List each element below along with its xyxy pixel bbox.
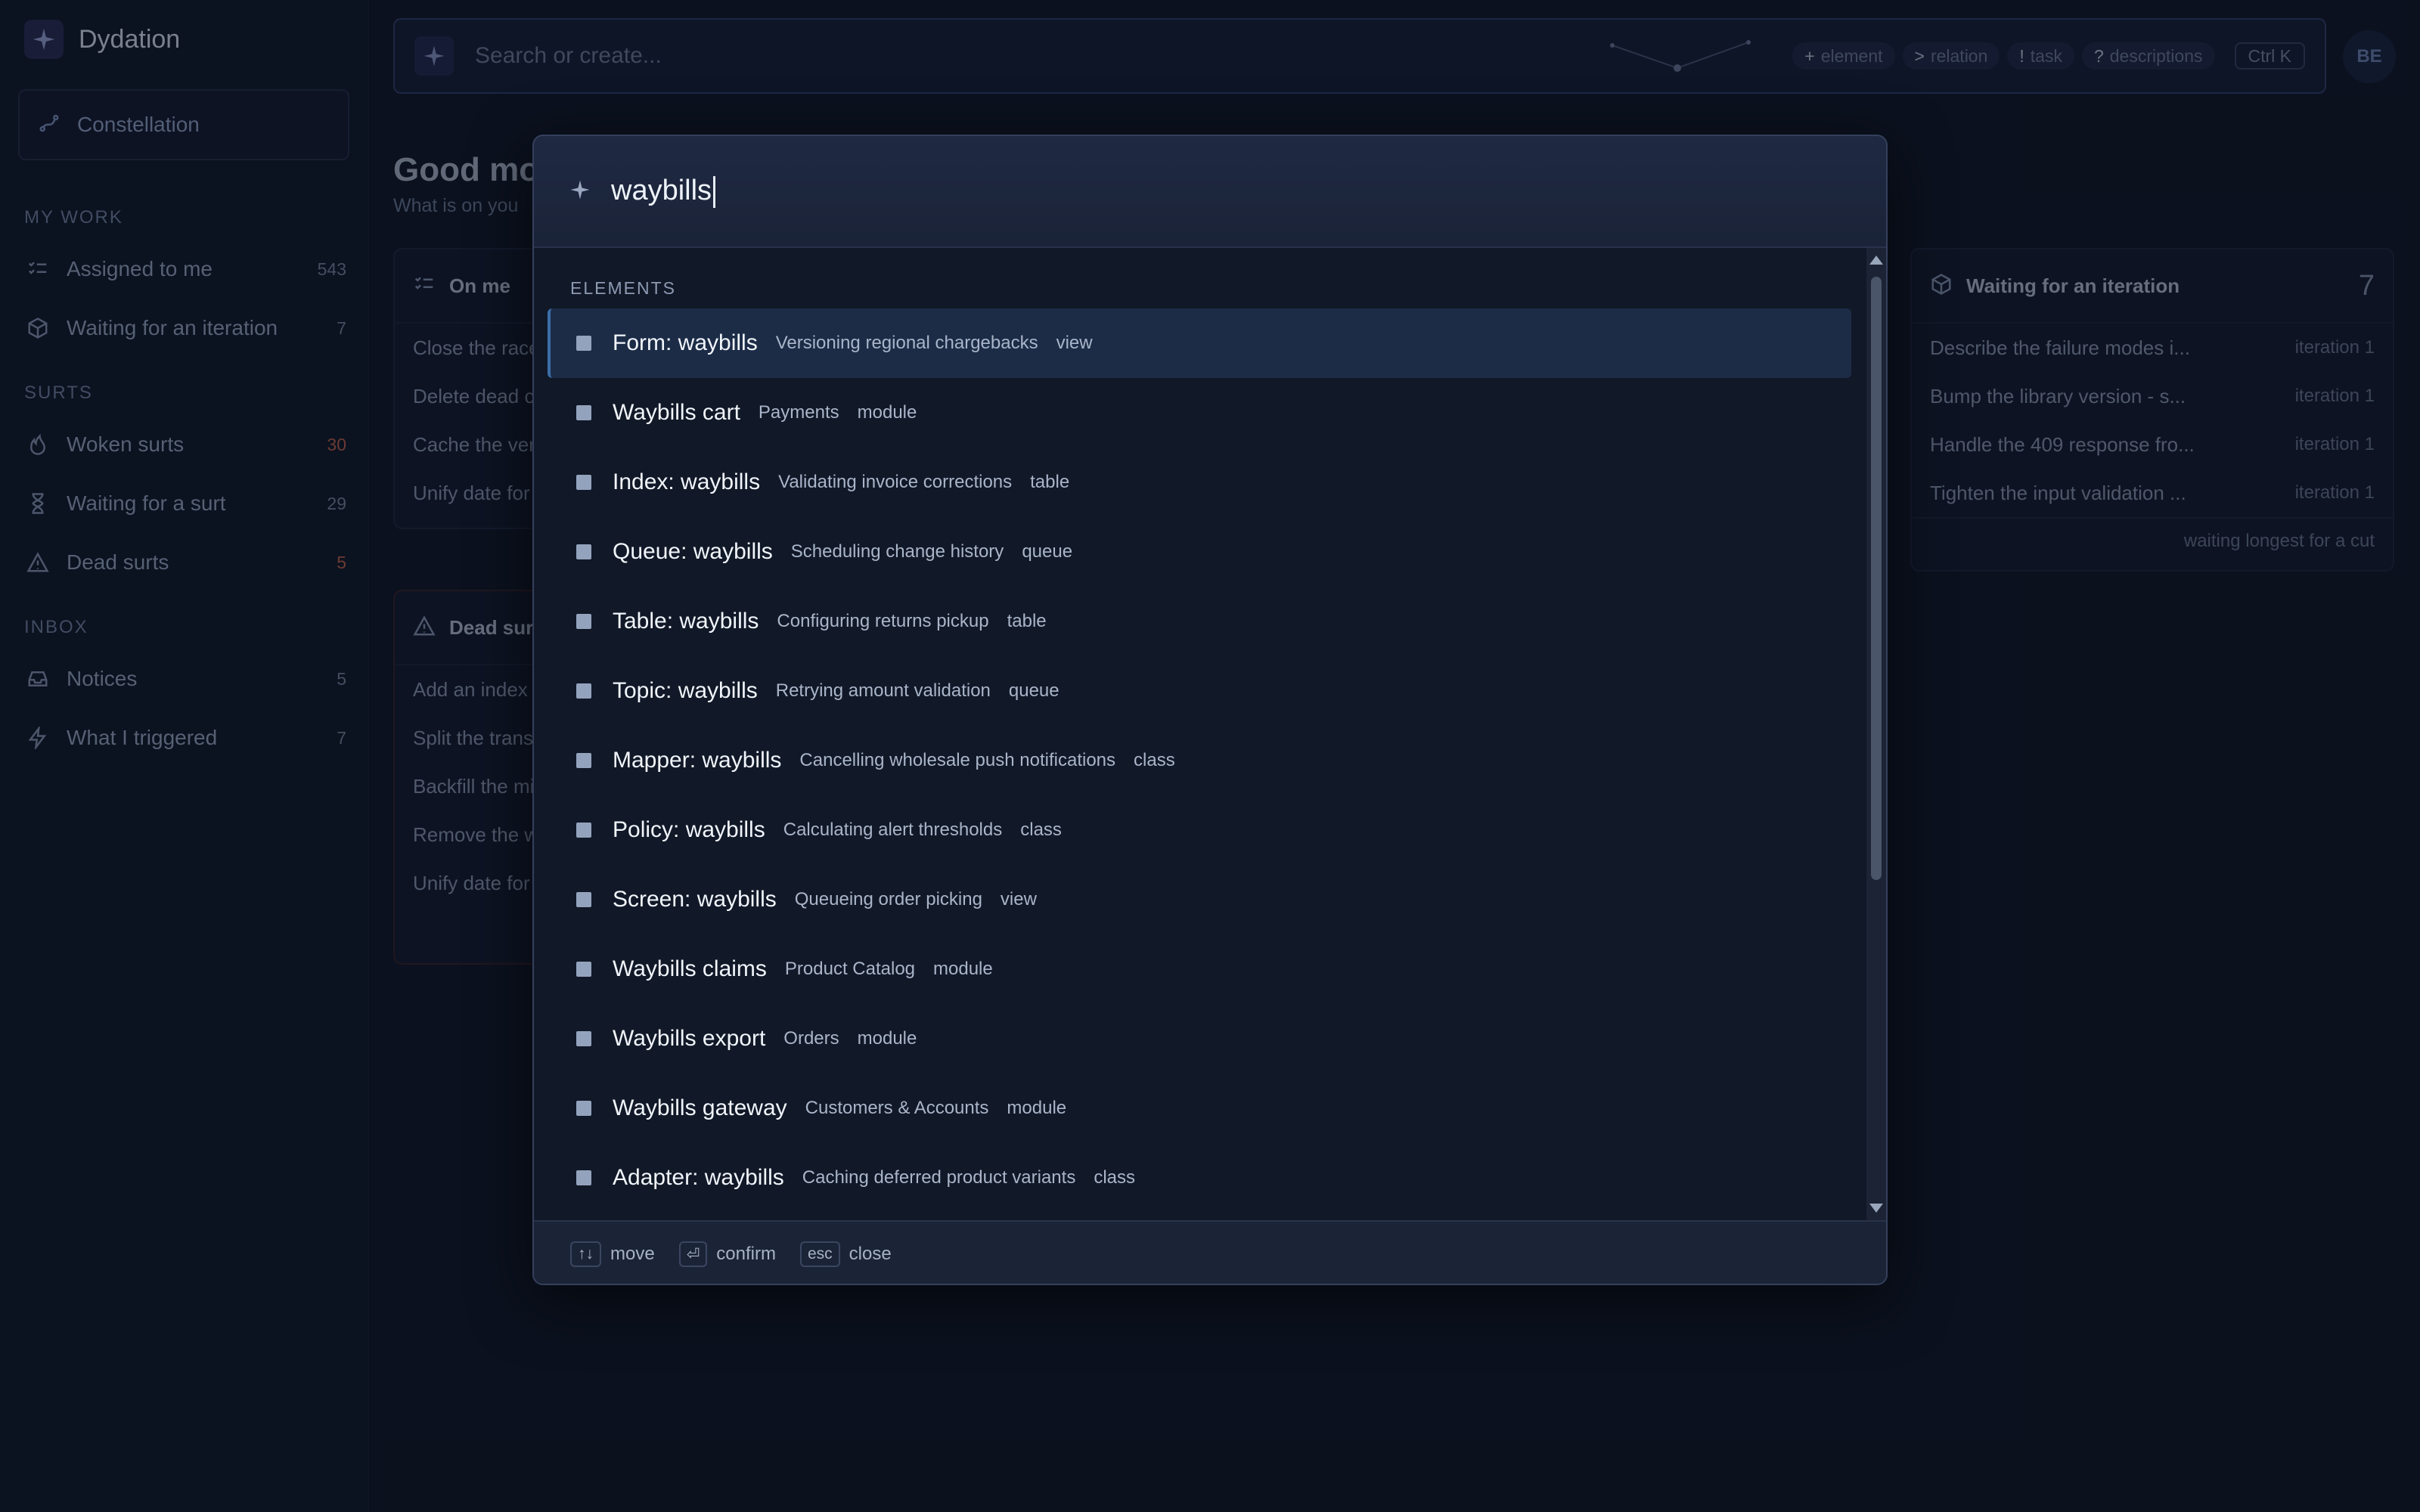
hint-label: move (610, 1244, 655, 1264)
key-enter: ⏎ (678, 1241, 708, 1267)
result-kind: module (857, 402, 917, 423)
result-name: Queue: waybills (613, 539, 773, 564)
result-description: Customers & Accounts (805, 1098, 989, 1118)
result-name: Adapter: waybills (613, 1165, 784, 1190)
hint-confirm: ⏎ confirm (678, 1241, 776, 1267)
result-kind: view (1000, 889, 1037, 909)
result-item[interactable]: Screen: waybills Queueing order picking vi… (548, 865, 1851, 934)
result-kind: module (857, 1028, 917, 1049)
result-description: Retrying amount validation (775, 680, 991, 701)
result-kind: class (1134, 750, 1175, 770)
element-type-icon (576, 683, 591, 699)
query-text: waybills (611, 175, 712, 207)
result-description: Validating invoice corrections (778, 472, 1013, 492)
result-kind: module (1007, 1098, 1067, 1118)
element-type-icon (576, 405, 591, 420)
result-item[interactable]: Waybills claims Product Catalog module (548, 934, 1851, 1004)
results-scrollbar[interactable] (1866, 248, 1886, 1220)
scroll-down-icon[interactable] (1869, 1204, 1883, 1213)
result-kind: queue (1022, 541, 1073, 562)
element-type-icon (576, 1170, 591, 1185)
result-item[interactable]: Queue: waybills Scheduling change history… (548, 517, 1851, 587)
result-name: Waybills cart (613, 400, 740, 425)
key-arrows: ↑↓ (570, 1241, 601, 1267)
scroll-thumb[interactable] (1871, 277, 1882, 880)
result-description: Payments (758, 402, 839, 423)
result-item[interactable]: Index: waybills Validating invoice correc… (548, 448, 1851, 517)
result-name: Waybills export (613, 1026, 766, 1051)
element-type-icon (576, 753, 591, 768)
result-item[interactable]: Policy: waybills Calculating alert thresh… (548, 795, 1851, 865)
app-root: Dydation Constellation MY WORK Assigned … (0, 0, 2420, 1512)
result-item[interactable]: Topic: waybills Retrying amount validatio… (548, 656, 1851, 726)
result-name: Policy: waybills (613, 817, 765, 842)
result-description: Versioning regional chargebacks (775, 333, 1038, 353)
result-item[interactable]: Waybills gateway Customers & Accounts modu… (548, 1074, 1851, 1143)
result-name: Form: waybills (613, 330, 758, 355)
element-type-icon (576, 962, 591, 977)
result-kind: table (1030, 472, 1070, 492)
palette-query-input[interactable]: waybills (611, 175, 716, 208)
result-name: Index: waybills (613, 469, 761, 494)
hint-move: ↑↓ move (570, 1241, 655, 1267)
result-item[interactable]: Adapter: waybills Caching deferred produc… (548, 1143, 1851, 1213)
text-caret (713, 175, 716, 208)
result-item[interactable]: Table: waybills Configuring returns picku… (548, 587, 1851, 656)
result-name: Waybills gateway (613, 1095, 787, 1120)
command-palette: waybills ELEMENTS Form: waybills Versioni… (532, 135, 1888, 1285)
result-item[interactable]: Waybills cart Payments module (548, 378, 1851, 448)
result-name: Table: waybills (613, 609, 759, 634)
result-description: Orders (783, 1028, 839, 1049)
result-kind: queue (1008, 680, 1060, 701)
result-description: Scheduling change history (790, 541, 1004, 562)
element-type-icon (576, 475, 591, 490)
element-type-icon (576, 336, 591, 351)
palette-footer: ↑↓ move ⏎ confirm esc close (534, 1220, 1886, 1284)
element-type-icon (576, 1031, 591, 1046)
hint-label: close (849, 1244, 892, 1264)
result-name: Mapper: waybills (613, 748, 782, 773)
result-description: Configuring returns pickup (777, 611, 989, 631)
result-description: Cancelling wholesale push notifications (799, 750, 1116, 770)
result-kind: class (1094, 1167, 1136, 1188)
result-description: Calculating alert thresholds (783, 820, 1003, 840)
element-type-icon (576, 1101, 591, 1116)
hint-label: confirm (716, 1244, 776, 1264)
result-kind: view (1056, 333, 1093, 353)
scroll-up-icon[interactable] (1869, 256, 1883, 265)
result-kind: module (933, 959, 993, 979)
palette-search[interactable]: waybills (534, 136, 1886, 248)
hint-close: esc close (799, 1241, 892, 1267)
result-item[interactable]: Mapper: waybills Cancelling wholesale pus… (548, 726, 1851, 795)
element-type-icon (576, 892, 591, 907)
result-item[interactable]: Waybills export Orders module (548, 1004, 1851, 1074)
results-section-title: ELEMENTS (570, 278, 676, 298)
result-item[interactable]: Form: waybills Versioning regional charge… (548, 308, 1851, 378)
element-type-icon (576, 823, 591, 838)
result-name: Screen: waybills (613, 887, 777, 912)
results-list: Form: waybills Versioning regional charge… (548, 308, 1851, 1213)
result-kind: class (1020, 820, 1062, 840)
element-type-icon (576, 614, 591, 629)
sparkle-icon (569, 178, 591, 205)
result-description: Queueing order picking (794, 889, 982, 909)
result-description: Caching deferred product variants (802, 1167, 1076, 1188)
result-description: Product Catalog (784, 959, 916, 979)
result-name: Waybills claims (613, 956, 767, 981)
key-esc: esc (799, 1241, 840, 1267)
palette-results: ELEMENTS Form: waybills Versioning region… (534, 248, 1886, 1220)
element-type-icon (576, 544, 591, 559)
result-kind: table (1007, 611, 1047, 631)
result-name: Topic: waybills (613, 678, 758, 703)
